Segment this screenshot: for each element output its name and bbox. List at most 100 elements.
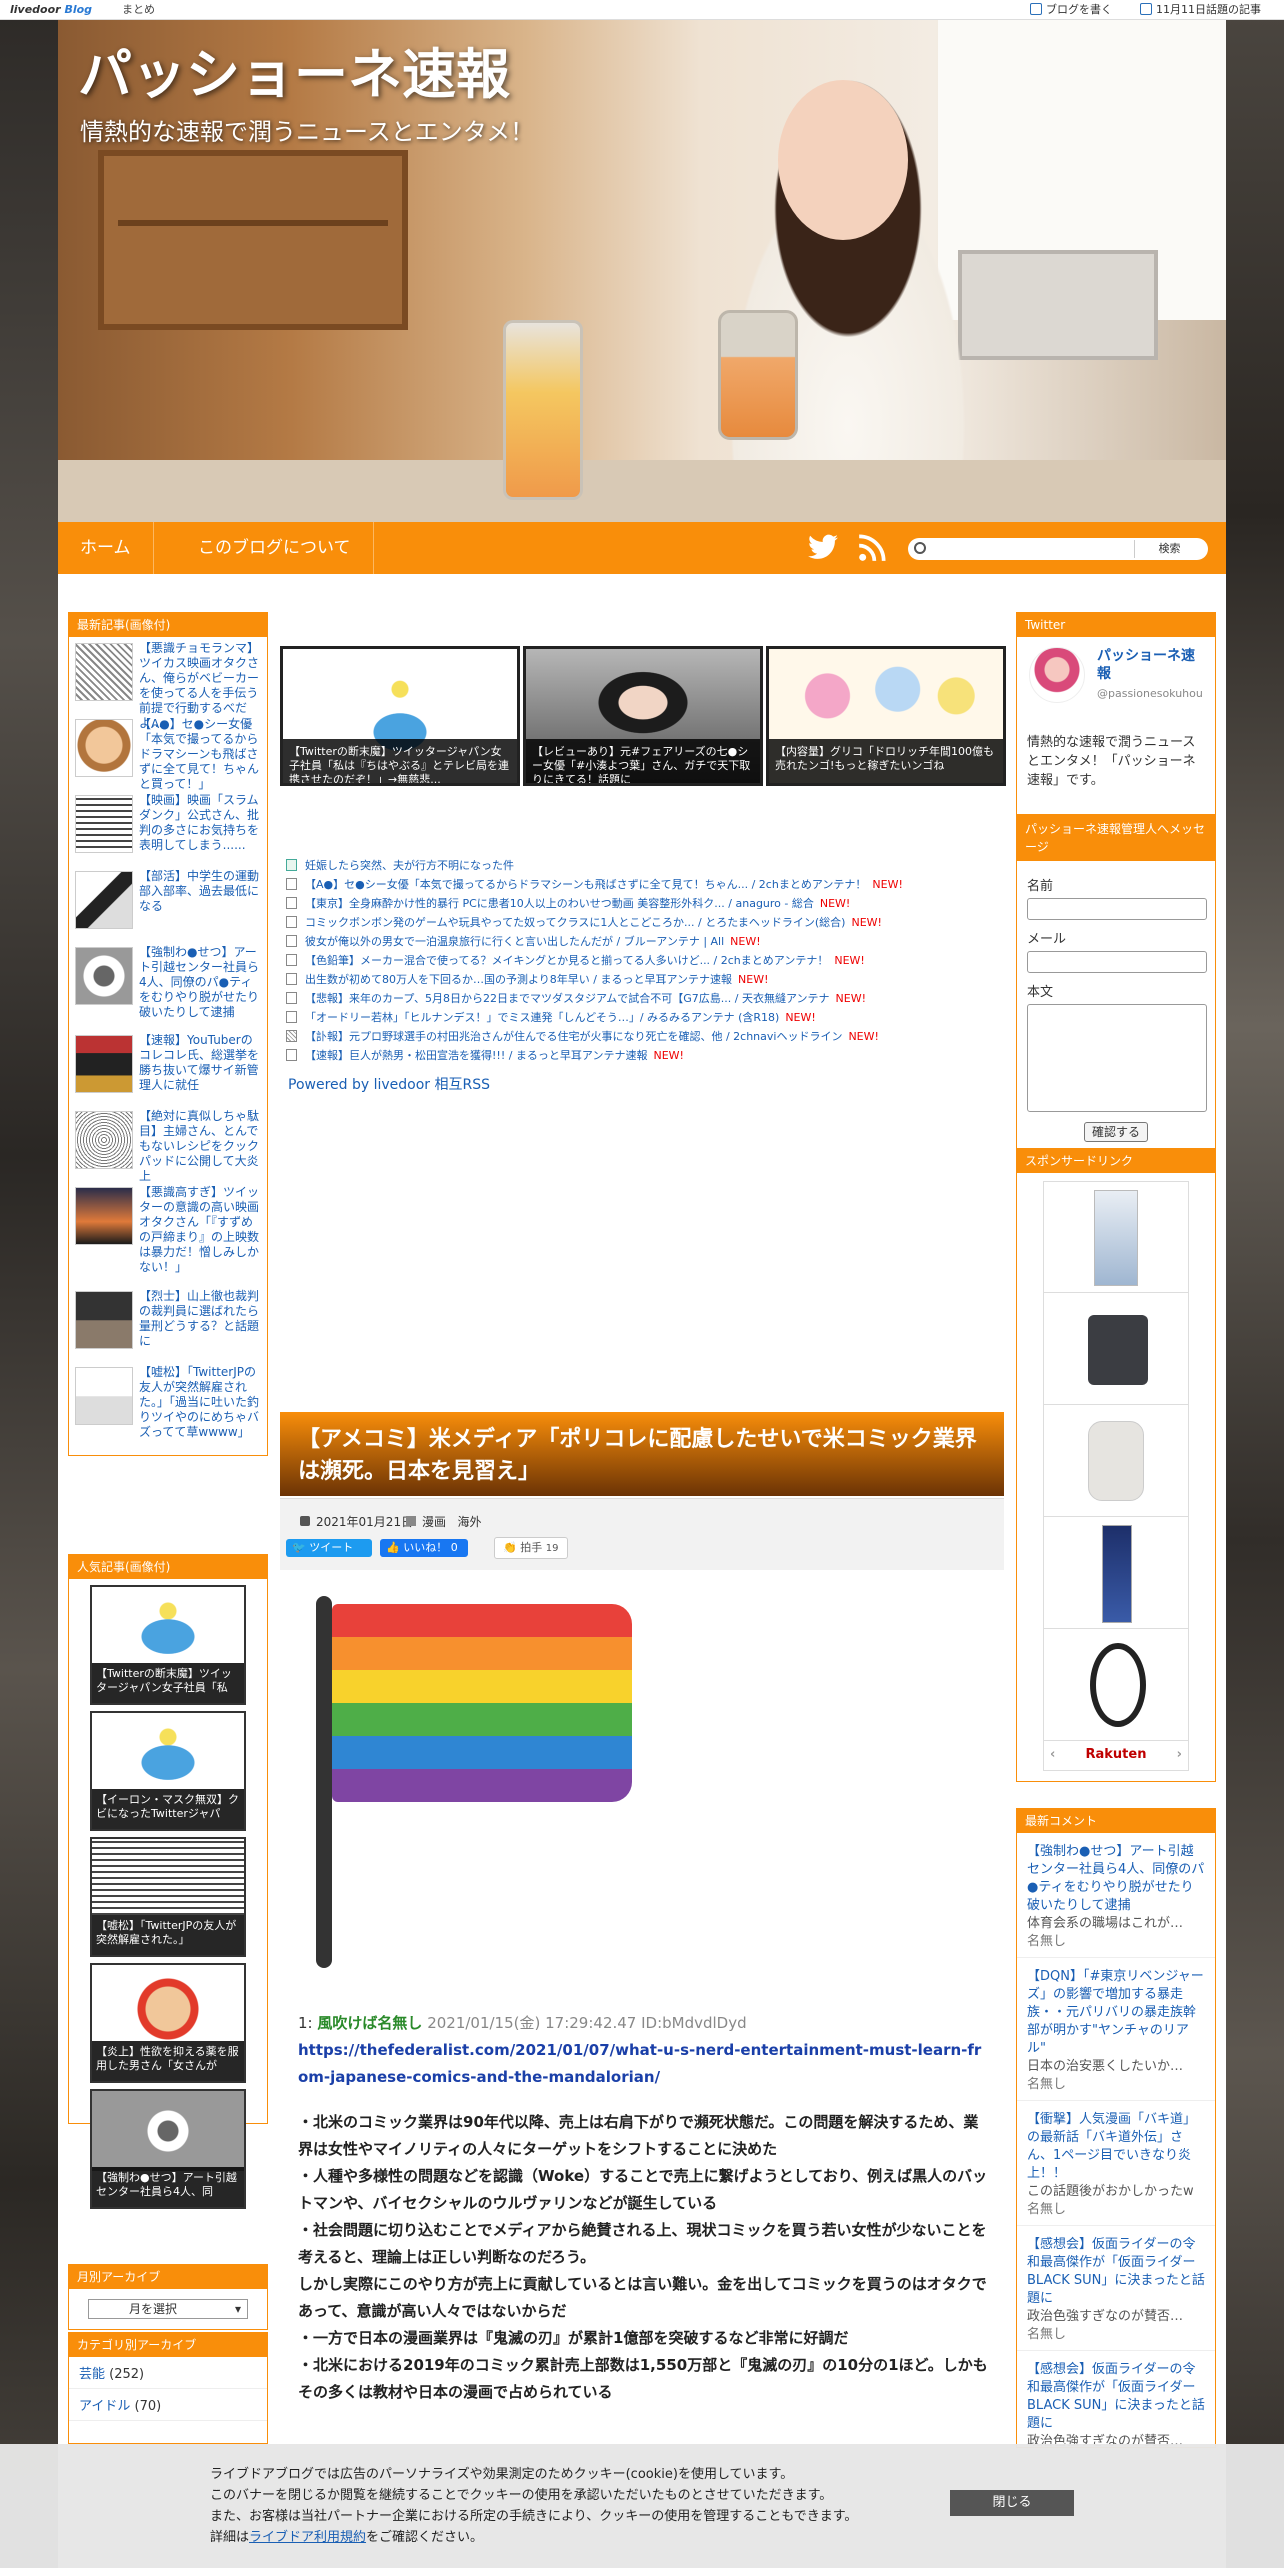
antenna-link[interactable]: 【速報】巨人が熱男・松田宣浩を獲得!!! / まるっと早耳アンテナ速報 <box>305 1049 648 1062</box>
popular-item[interactable]: 【イーロン・マスク無双】クビになったTwitterジャパ <box>90 1711 246 1831</box>
cookie-close-button[interactable]: 閉じる <box>950 2490 1074 2516</box>
category-link[interactable]: 海外 <box>457 1515 481 1529</box>
featured-card[interactable]: 【Twitterの断末魔】ツイッタージャパン女子社員「私は『ちはやぶる』とテレビ… <box>280 646 520 786</box>
antenna-item[interactable]: 【悲報】来年のカープ、5月8日から22日までマツダスタジアムで試合不可【G7広島… <box>286 989 976 1008</box>
recent-link[interactable]: 【烈士】山上徹也裁判の裁判員に選ばれたら量刑どうする？と話題に <box>139 1289 263 1349</box>
antenna-link[interactable]: 【悲報】来年のカープ、5月8日から22日までマツダスタジアムで試合不可【G7広島… <box>305 992 830 1005</box>
sponsor-product[interactable] <box>1043 1629 1189 1741</box>
search-button[interactable]: 検索 <box>1134 540 1204 558</box>
comment-article-link[interactable]: 【DQN】「#東京リベンジャーズ」の影響で増加する暴走族・・元パリバリの暴走族幹… <box>1027 1969 1204 2056</box>
name-field[interactable] <box>1027 898 1207 920</box>
source-link[interactable]: https://thefederalist.com/2021/01/07/wha… <box>298 2041 981 2086</box>
comment-item[interactable]: 【衝撃】人気漫画「バキ道」の最新話「バキ道外伝」さん、1ページ目でいきなり炎上！… <box>1017 2101 1215 2226</box>
antenna-link[interactable]: 出生数が初めて80万人を下回るか…国の予測より8年早い / まるっと早耳アンテナ… <box>305 973 732 986</box>
antenna-item[interactable]: 「オードリー若林」「ヒルナンデス！」でミス連発「しんどそう…」/ みるみるアンテ… <box>286 1008 976 1027</box>
summary-link[interactable]: まとめ <box>122 0 155 20</box>
chevron-left-icon[interactable]: ‹ <box>1050 1741 1055 1769</box>
recent-link[interactable]: 【絶対に真似しちゃ駄目】主婦さん、とんでもないレシピをクックパッドに公開して大炎… <box>139 1109 263 1184</box>
sponsor-product[interactable] <box>1043 1405 1189 1517</box>
antenna-link[interactable]: 【色鉛筆】メーカー混合で使ってる？メイキングとか見ると揃ってる人多いけど... … <box>305 954 828 967</box>
featured-card[interactable]: 【レビューあり】元#フェアリーズの七●シー女優「#小湊よつ葉」さん、ガチで天下取… <box>523 646 763 786</box>
popular-item[interactable]: 【嘘松】「TwitterJPの友人が突然解雇された。」 <box>90 1837 246 1957</box>
write-blog-link[interactable]: ブログを書く <box>1030 0 1112 20</box>
antenna-link[interactable]: 彼女が俺以外の男女で一泊温泉旅行に行くと言い出したんだが / ブルーアンテナ |… <box>305 935 724 948</box>
comment-item[interactable]: 【強制わ●せつ】アート引越センター社員ら4人、同僚のパ●ティをむりやり脱がせたり… <box>1017 1833 1215 1958</box>
antenna-item[interactable]: 【色鉛筆】メーカー混合で使ってる？メイキングとか見ると揃ってる人多いけど... … <box>286 951 976 970</box>
antenna-link[interactable]: コミックボンボン発のゲームや玩具やってた奴ってクラスに1人とこどころか... /… <box>305 916 845 929</box>
confirm-button[interactable]: 確認する <box>1084 1122 1148 1142</box>
article-title[interactable]: 【アメコミ】米メディア「ポリコレに配慮したせいで米コミック業界は瀕死。日本を見習… <box>280 1412 1004 1496</box>
email-field[interactable] <box>1027 951 1207 973</box>
chevron-right-icon[interactable]: › <box>1177 1741 1182 1769</box>
list-item[interactable]: 【悪識高すぎ】ツイッターの意識の高い映画オタクさん「『すずめの戸締まり』の上映数… <box>69 1181 267 1285</box>
antenna-item[interactable]: コミックボンボン発のゲームや玩具やってた奴ってクラスに1人とこどころか... /… <box>286 913 976 932</box>
nav-about[interactable]: このブログについて <box>176 522 374 574</box>
tweet-button[interactable]: 🐦 ツイート <box>286 1539 372 1557</box>
twitter-icon[interactable] <box>808 534 838 562</box>
sponsor-product[interactable] <box>1043 1293 1189 1405</box>
comment-item[interactable]: 【感想会】仮面ライダーの令和最高傑作が「仮面ライダーBLACK SUN」に決まっ… <box>1017 2351 1215 2458</box>
comment-item[interactable]: 【DQN】「#東京リベンジャーズ」の影響で増加する暴走族・・元パリバリの暴走族幹… <box>1017 1958 1215 2101</box>
nav-home[interactable]: ホーム <box>58 522 154 574</box>
antenna-item[interactable]: 【訃報】元プロ野球選手の村田兆治さんが住んでる住宅が火事になり死亡を確認、他 /… <box>286 1027 976 1046</box>
topic-link[interactable]: 11月11日話題の記事 <box>1140 0 1261 20</box>
comment-item[interactable]: 【感想会】仮面ライダーの令和最高傑作が「仮面ライダーBLACK SUN」に決まっ… <box>1017 2226 1215 2351</box>
livedoor-blog-logo[interactable]: livedoor Blog <box>10 0 92 20</box>
list-item[interactable]: 【嘘松】「TwitterJPの友人が突然解雇された。」「過当に吐いた釣りツイやの… <box>69 1361 267 1455</box>
antenna-item[interactable]: 【速報】巨人が熱男・松田宣浩を獲得!!! / まるっと早耳アンテナ速報 NEW! <box>286 1046 976 1065</box>
sponsor-product[interactable] <box>1043 1517 1189 1629</box>
category-link[interactable]: 芸能 <box>79 2367 105 2382</box>
list-item[interactable]: 【悪識チョモランマ】ツイカス映画オタクさん、俺らがベビーカーを使ってる人を手伝う… <box>69 637 267 730</box>
facebook-like-button[interactable]: 👍 いいね！ 0 <box>380 1539 468 1557</box>
recent-link[interactable]: 【悪識高すぎ】ツイッターの意識の高い映画オタクさん「『すずめの戸締まり』の上映数… <box>139 1185 263 1275</box>
list-item[interactable]: 【強制わ●せつ】アート引越センター社員ら4人、同僚のパ●ティをむりやり脱がせたり… <box>69 941 267 1029</box>
recent-link[interactable]: 【部活】中学生の運動部入部率、過去最低になる <box>139 869 263 914</box>
antenna-link[interactable]: 【A●】セ●シー女優「本気で撮ってるからドラマシーンも飛ばさずに全て見て！ちゃん… <box>305 878 866 891</box>
list-item[interactable]: 【映画】映画「スラムダンク」公式さん、批判の多さにお気持ちを表明してしまう...… <box>69 789 267 865</box>
recent-link[interactable]: 【A●】セ●シー女優「本気で撮ってるからドラマシーンも飛ばさずに全て見て！ちゃん… <box>139 717 263 792</box>
thumbnail <box>75 1367 133 1425</box>
comment-article-link[interactable]: 【感想会】仮面ライダーの令和最高傑作が「仮面ライダーBLACK SUN」に決まっ… <box>1027 2237 1205 2306</box>
antenna-item[interactable]: 【A●】セ●シー女優「本気で撮ってるからドラマシーンも飛ばさずに全て見て！ちゃん… <box>286 875 976 894</box>
antenna-item[interactable]: 妊娠したら突然、夫が行方不明になった件 <box>286 856 976 875</box>
rss-icon[interactable] <box>858 534 886 562</box>
antenna-link[interactable]: 妊娠したら突然、夫が行方不明になった件 <box>305 859 514 872</box>
antenna-link[interactable]: 【東京】全身麻酔かけ性的暴行 PCに患者10人以上のわいせつ動画 美容整形外科ク… <box>305 897 814 910</box>
list-item[interactable]: 【部活】中学生の運動部入部率、過去最低になる <box>69 865 267 941</box>
comment-article-link[interactable]: 【衝撃】人気漫画「バキ道」の最新話「バキ道外伝」さん、1ページ目でいきなり炎上！… <box>1027 2112 1196 2181</box>
popular-item[interactable]: 【炎上】性欲を抑える薬を服用した男さん「女さんが <box>90 1963 246 2083</box>
antenna-item[interactable]: 【東京】全身麻酔かけ性的暴行 PCに患者10人以上のわいせつ動画 美容整形外科ク… <box>286 894 976 913</box>
antenna-link[interactable]: 【訃報】元プロ野球選手の村田兆治さんが住んでる住宅が火事になり死亡を確認、他 /… <box>305 1030 842 1043</box>
antenna-item[interactable]: 彼女が俺以外の男女で一泊温泉旅行に行くと言い出したんだが / ブルーアンテナ |… <box>286 932 976 951</box>
category-item[interactable]: アイドル (70) <box>69 2389 267 2421</box>
twitter-name[interactable]: パッショーネ速報 <box>1097 647 1205 683</box>
terms-link[interactable]: ライブドア利用規約 <box>249 2530 366 2545</box>
recent-link[interactable]: 【強制わ●せつ】アート引越センター社員ら4人、同僚のパ●ティをむりやり脱がせたり… <box>139 945 263 1020</box>
antenna-item[interactable]: 出生数が初めて80万人を下回るか…国の予測より8年早い / まるっと早耳アンテナ… <box>286 970 976 989</box>
powered-by-link[interactable]: Powered by livedoor 相互RSS <box>288 1074 490 1094</box>
recent-link[interactable]: 【嘘松】「TwitterJPの友人が突然解雇された。」「過当に吐いた釣りツイやの… <box>139 1365 263 1440</box>
search-box[interactable]: 検索 <box>908 538 1208 560</box>
list-item[interactable]: 【A●】セ●シー女優「本気で撮ってるからドラマシーンも飛ばさずに全て見て！ちゃん… <box>69 713 267 792</box>
twitter-avatar[interactable] <box>1029 647 1085 703</box>
sponsor-product[interactable] <box>1043 1181 1189 1293</box>
recent-link[interactable]: 【映画】映画「スラムダンク」公式さん、批判の多さにお気持ちを表明してしまう...… <box>139 793 263 853</box>
list-item[interactable]: 【烈士】山上徹也裁判の裁判員に選ばれたら量刑どうする？と話題に <box>69 1285 267 1361</box>
list-item[interactable]: 【絶対に真似しちゃ駄目】主婦さん、とんでもないレシピをクックパッドに公開して大炎… <box>69 1105 267 1184</box>
clap-button[interactable]: 👏 拍手 19 <box>494 1537 568 1559</box>
category-link[interactable]: アイドル <box>79 2399 130 2414</box>
category-item[interactable]: 芸能 (252) <box>69 2357 267 2389</box>
list-item[interactable]: 【速報】YouTuberのコレコレ氏、総選挙を勝ち抜いて爆サイ新管理人に就任 <box>69 1029 267 1105</box>
site-title[interactable]: パッショーネ速報 <box>78 30 510 109</box>
comment-article-link[interactable]: 【強制わ●せつ】アート引越センター社員ら4人、同僚のパ●ティをむりやり脱がせたり… <box>1027 1844 1204 1913</box>
popular-item[interactable]: 【強制わ●せつ】アート引越センター社員ら4人、同 <box>90 2089 246 2209</box>
comment-article-link[interactable]: 【感想会】仮面ライダーの令和最高傑作が「仮面ライダーBLACK SUN」に決まっ… <box>1027 2362 1205 2431</box>
category-link[interactable]: 漫画 <box>422 1515 446 1529</box>
popular-item[interactable]: 【Twitterの断末魔】ツイッタージャパン女子社員「私 <box>90 1585 246 1705</box>
message-textarea[interactable] <box>1027 1004 1207 1112</box>
rakuten-nav[interactable]: ‹ Rakuten › <box>1043 1741 1189 1771</box>
month-select[interactable]: 月を選択 <box>88 2299 248 2319</box>
recent-link[interactable]: 【速報】YouTuberのコレコレ氏、総選挙を勝ち抜いて爆サイ新管理人に就任 <box>139 1033 263 1093</box>
featured-card[interactable]: 【内容量】グリコ「ドロリッチ年間100億も売れたンゴ!もっと稼ぎたいンゴね <box>766 646 1006 786</box>
antenna-link[interactable]: 「オードリー若林」「ヒルナンデス！」でミス連発「しんどそう…」/ みるみるアンテ… <box>305 1011 779 1024</box>
